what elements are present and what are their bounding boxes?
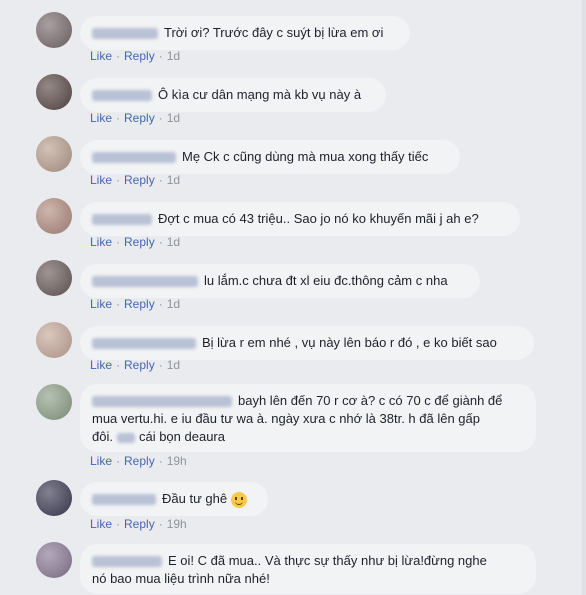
reply-link[interactable]: Reply	[124, 111, 155, 125]
commenter-name[interactable]	[92, 214, 152, 226]
comment-actions: Like · Reply · 1d	[90, 358, 180, 372]
comment-bubble: bayh lên đến 70 r cơ à? c có 70 c để già…	[80, 384, 536, 452]
comment-timestamp[interactable]: 1d	[167, 173, 180, 187]
tagged-name[interactable]	[116, 432, 135, 443]
comment-text: Bị lừa r em nhé , vụ này lên báo r đó , …	[202, 335, 497, 350]
comment-timestamp[interactable]: 1d	[167, 49, 180, 63]
separator: ·	[116, 297, 121, 311]
avatar[interactable]	[36, 542, 72, 578]
comment-line: nó bao mua liệu trình nữa nhé!	[92, 570, 524, 588]
avatar[interactable]	[36, 260, 72, 296]
comment-text: lu lắm.c chưa đt xl eiu đc.thông cảm c n…	[204, 273, 448, 288]
separator: ·	[158, 297, 163, 311]
comment-text: Ô kìa cư dân mạng mà kb vụ này à	[158, 87, 362, 102]
comment-actions: Like · Reply · 19h	[90, 454, 187, 468]
comment-text: mua vertu.hi. e iu đầu tư wa à. ngày xưa…	[92, 411, 480, 426]
comment-line: mua vertu.hi. e iu đầu tư wa à. ngày xưa…	[92, 410, 524, 428]
comment-text: Đợt c mua có 43 triệu.. Sao jo nó ko khu…	[158, 211, 479, 226]
separator: ·	[116, 173, 121, 187]
comment-line: E oi! C đã mua.. Và thực sự thấy như bị …	[92, 552, 524, 570]
comment-line: bayh lên đến 70 r cơ à? c có 70 c để già…	[92, 392, 524, 410]
separator: ·	[158, 49, 163, 63]
comment-timestamp[interactable]: 19h	[167, 454, 187, 468]
comment-actions: Like · Reply · 1d	[90, 235, 180, 249]
comment-text: Trời ơi? Trước đây c suýt bị lừa em ơi	[164, 25, 384, 40]
comment-timestamp[interactable]: 1d	[167, 297, 180, 311]
comment-bubble: Mẹ Ck c cũng dùng mà mua xong thấy tiếc	[80, 140, 460, 174]
separator: ·	[158, 358, 163, 372]
comment-bubble: lu lắm.c chưa đt xl eiu đc.thông cảm c n…	[80, 264, 480, 298]
avatar[interactable]	[36, 12, 72, 48]
like-link[interactable]: Like	[90, 173, 112, 187]
commenter-name[interactable]	[92, 90, 152, 102]
like-link[interactable]: Like	[90, 517, 112, 531]
comment-actions: Like · Reply · 1d	[90, 297, 180, 311]
commenter-name[interactable]	[92, 556, 162, 568]
avatar[interactable]	[36, 136, 72, 172]
like-link[interactable]: Like	[90, 454, 112, 468]
separator: ·	[116, 111, 121, 125]
comment-text: cái bọn deaura	[138, 429, 225, 444]
reply-link[interactable]: Reply	[124, 454, 155, 468]
avatar[interactable]	[36, 480, 72, 516]
comment-text: bayh lên đến 70 r cơ à? c có 70 c để già…	[238, 393, 503, 408]
reply-link[interactable]: Reply	[124, 235, 155, 249]
reply-link[interactable]: Reply	[124, 297, 155, 311]
like-link[interactable]: Like	[90, 297, 112, 311]
comment-text: Mẹ Ck c cũng dùng mà mua xong thấy tiếc	[182, 149, 429, 164]
comment-bubble: Bị lừa r em nhé , vụ này lên báo r đó , …	[80, 326, 534, 360]
commenter-name[interactable]	[92, 494, 156, 506]
comment-actions: Like · Reply · 1d	[90, 49, 180, 63]
comment-bubble: Ô kìa cư dân mạng mà kb vụ này à	[80, 78, 386, 112]
comment-timestamp[interactable]: 1d	[167, 358, 180, 372]
separator: ·	[116, 235, 121, 249]
avatar[interactable]	[36, 384, 72, 420]
commenter-name[interactable]	[92, 338, 196, 350]
comment-bubble: Đợt c mua có 43 triệu.. Sao jo nó ko khu…	[80, 202, 520, 236]
commenter-name[interactable]	[92, 28, 158, 40]
comment-text: đôi.	[92, 429, 113, 444]
comment-timestamp[interactable]: 1d	[167, 111, 180, 125]
comment-text: E oi! C đã mua.. Và thực sự thấy như bị …	[168, 553, 487, 568]
comment-line: đôi. cái bọn deaura	[92, 428, 524, 446]
separator: ·	[158, 454, 163, 468]
avatar[interactable]	[36, 74, 72, 110]
comment-text: nó bao mua liệu trình nữa nhé!	[92, 571, 270, 586]
commenter-name[interactable]	[92, 276, 198, 288]
comment-actions: Like · Reply · 1d	[90, 173, 180, 187]
avatar[interactable]	[36, 198, 72, 234]
like-link[interactable]: Like	[90, 235, 112, 249]
smile-emoji-icon	[231, 491, 248, 508]
comment-actions: Like · Reply · 19h	[90, 517, 187, 531]
separator: ·	[116, 517, 121, 531]
commenter-name[interactable]	[92, 152, 176, 164]
commenter-name[interactable]	[92, 396, 232, 408]
comment-bubble: Trời ơi? Trước đây c suýt bị lừa em ơi	[80, 16, 410, 50]
separator: ·	[116, 49, 121, 63]
comment-bubble: E oi! C đã mua.. Và thực sự thấy như bị …	[80, 544, 536, 594]
reply-link[interactable]: Reply	[124, 49, 155, 63]
comment-actions: Like · Reply · 1d	[90, 111, 180, 125]
reply-link[interactable]: Reply	[124, 173, 155, 187]
like-link[interactable]: Like	[90, 49, 112, 63]
separator: ·	[116, 454, 121, 468]
comment-text: Đầu tư ghê	[162, 491, 228, 506]
like-link[interactable]: Like	[90, 358, 112, 372]
separator: ·	[116, 358, 121, 372]
separator: ·	[158, 111, 163, 125]
avatar[interactable]	[36, 322, 72, 358]
comment-timestamp[interactable]: 19h	[167, 517, 187, 531]
separator: ·	[158, 517, 163, 531]
comment-timestamp[interactable]: 1d	[167, 235, 180, 249]
separator: ·	[158, 173, 163, 187]
separator: ·	[158, 235, 163, 249]
scrollbar[interactable]	[582, 0, 586, 595]
reply-link[interactable]: Reply	[124, 358, 155, 372]
like-link[interactable]: Like	[90, 111, 112, 125]
comment-bubble: Đầu tư ghê	[80, 482, 268, 516]
reply-link[interactable]: Reply	[124, 517, 155, 531]
